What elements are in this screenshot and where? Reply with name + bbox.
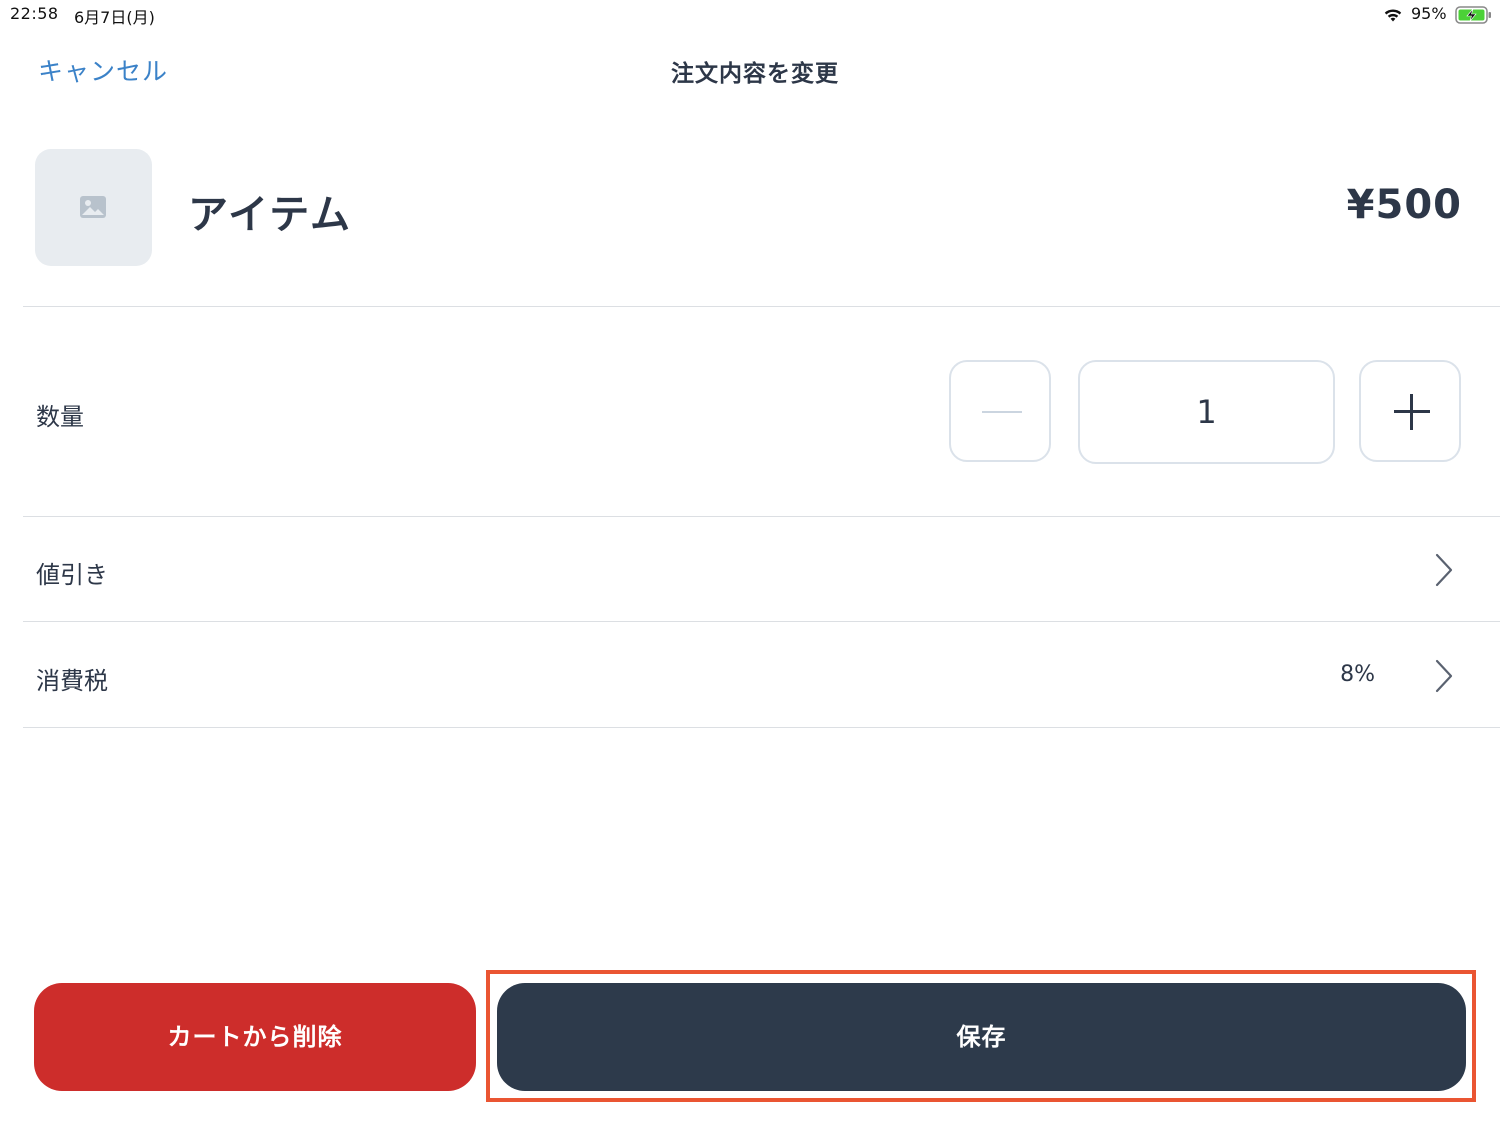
- item-thumbnail: [35, 149, 152, 266]
- decrement-button[interactable]: [949, 360, 1051, 462]
- save-button[interactable]: 保存: [497, 983, 1466, 1091]
- status-bar: 22:58 6月7日(月) 95%: [0, 0, 1500, 30]
- battery-percent: 95%: [1411, 4, 1447, 23]
- remove-from-cart-button[interactable]: カートから削除: [34, 983, 476, 1091]
- quantity-label: 数量: [36, 403, 84, 431]
- tax-row[interactable]: [23, 622, 1500, 726]
- battery-charging-icon: [1455, 6, 1491, 24]
- quantity-field[interactable]: 1: [1078, 360, 1335, 464]
- divider: [23, 306, 1500, 307]
- tax-label: 消費税: [36, 667, 108, 695]
- minus-icon: [982, 411, 1022, 413]
- page-title: 注文内容を変更: [671, 61, 839, 87]
- discount-row[interactable]: [23, 517, 1500, 621]
- tax-value: 8%: [1340, 662, 1375, 687]
- status-date: 6月7日(月): [74, 8, 155, 27]
- chevron-right-icon: [1435, 553, 1453, 587]
- divider: [23, 727, 1500, 728]
- image-placeholder-icon: [80, 196, 106, 218]
- cancel-button[interactable]: キャンセル: [38, 52, 168, 88]
- item-price: ¥500: [1346, 182, 1462, 228]
- status-time: 22:58: [10, 4, 59, 23]
- item-name: アイテム: [188, 192, 352, 238]
- increment-button[interactable]: [1359, 360, 1461, 462]
- wifi-icon: [1384, 9, 1402, 22]
- edit-order-screen: 22:58 6月7日(月) 95% 注文内容を変更 キャンセル アイテム ¥50…: [0, 0, 1500, 1125]
- discount-label: 値引き: [36, 561, 108, 589]
- chevron-right-icon: [1435, 659, 1453, 693]
